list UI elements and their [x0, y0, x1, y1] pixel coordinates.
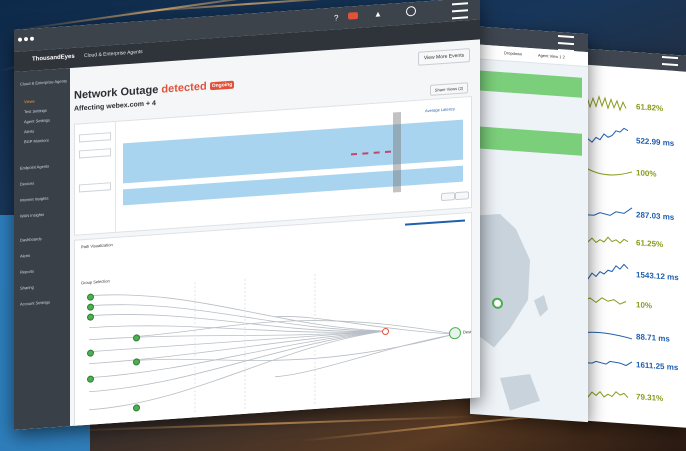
- sidebar-item[interactable]: Dashboards: [20, 236, 42, 243]
- main-panel: ? ▲ ThousandEyes Cloud & Enterprise Agen…: [14, 0, 480, 431]
- filter-field[interactable]: [79, 182, 111, 193]
- sidebar-item[interactable]: Internet Insights: [20, 196, 48, 203]
- chart-filter-panel: [75, 121, 116, 235]
- ongoing-badge: Ongoing: [209, 80, 235, 91]
- window-dots: [18, 28, 34, 47]
- timeline-bar: [478, 70, 582, 98]
- notifications-icon[interactable]: [348, 11, 358, 20]
- dropdown-a[interactable]: Dropdown: [504, 50, 522, 56]
- chart-legend: Average Latency: [425, 106, 455, 114]
- content: Network Outage detected Ongoing Affectin…: [70, 39, 480, 431]
- page-subtitle: Affecting webex.com + 4: [74, 100, 156, 113]
- section-title: Cloud & Enterprise Agents: [84, 49, 143, 60]
- sidebar-item[interactable]: WAN Insights: [20, 212, 44, 219]
- map-panel: Dropdown Agent View 1 2: [470, 25, 588, 423]
- sidebar-item[interactable]: Account Settings: [20, 299, 50, 306]
- title-prefix: Network Outage: [74, 83, 159, 102]
- filter-field[interactable]: [79, 132, 111, 143]
- sidebar-item[interactable]: Test Settings: [24, 108, 47, 115]
- title-status: detected: [161, 80, 207, 96]
- view-more-events-button[interactable]: View More Events: [418, 48, 470, 66]
- path-visualization-card: Path Visualization Group Selection Dest: [74, 211, 472, 431]
- export-button[interactable]: [455, 191, 469, 201]
- zoom-button[interactable]: [441, 192, 455, 202]
- sidebar-item[interactable]: Views: [24, 99, 35, 105]
- help-icon[interactable]: ?: [334, 13, 338, 22]
- page-title: Network Outage detected Ongoing: [74, 79, 235, 102]
- sidebar-item[interactable]: Alerts: [24, 129, 34, 135]
- metric-value: 100%: [636, 168, 657, 179]
- sidebar-item[interactable]: Reports: [20, 269, 34, 275]
- menu-icon[interactable]: [452, 2, 468, 20]
- sidebar: Cloud & Enterprise Agents Views Test Set…: [14, 68, 70, 430]
- user-icon[interactable]: [406, 5, 416, 17]
- sidebar-item[interactable]: Devices: [20, 181, 34, 187]
- world-map: [470, 213, 548, 411]
- metric-value: 79.31%: [636, 392, 664, 404]
- sidebar-item[interactable]: Agent Settings: [24, 117, 50, 124]
- sidebar-item[interactable]: Cloud & Enterprise Agents: [20, 78, 67, 86]
- metric-value: 61.82%: [636, 102, 664, 114]
- app-logo[interactable]: ThousandEyes: [32, 54, 75, 63]
- sidebar-item[interactable]: Alerts: [20, 253, 30, 259]
- outage-marker-band[interactable]: [393, 111, 401, 193]
- alerts-icon[interactable]: ▲: [374, 9, 382, 19]
- sidebar-item[interactable]: Endpoint Agents: [20, 164, 49, 171]
- metrics-panel: 61.82% 522.99 ms 100% 287.03 ms 61.25% 1…: [578, 48, 686, 428]
- map-location-marker[interactable]: [492, 297, 503, 310]
- latency-chart-card: Average Latency: [74, 95, 472, 236]
- path-graph: [88, 273, 456, 413]
- destination-label: Dest: [463, 329, 472, 335]
- timeline-bar-2: [478, 126, 582, 156]
- metric-value: 10%: [636, 300, 653, 311]
- sidebar-item[interactable]: Sharing: [20, 285, 34, 291]
- share-views-button[interactable]: Share Views (2): [430, 82, 468, 96]
- metric-value: 61.25%: [636, 238, 664, 250]
- dropdown-b[interactable]: Agent View 1 2: [538, 53, 565, 60]
- filter-field[interactable]: [79, 148, 111, 159]
- sidebar-item[interactable]: BGP Monitors: [24, 138, 49, 145]
